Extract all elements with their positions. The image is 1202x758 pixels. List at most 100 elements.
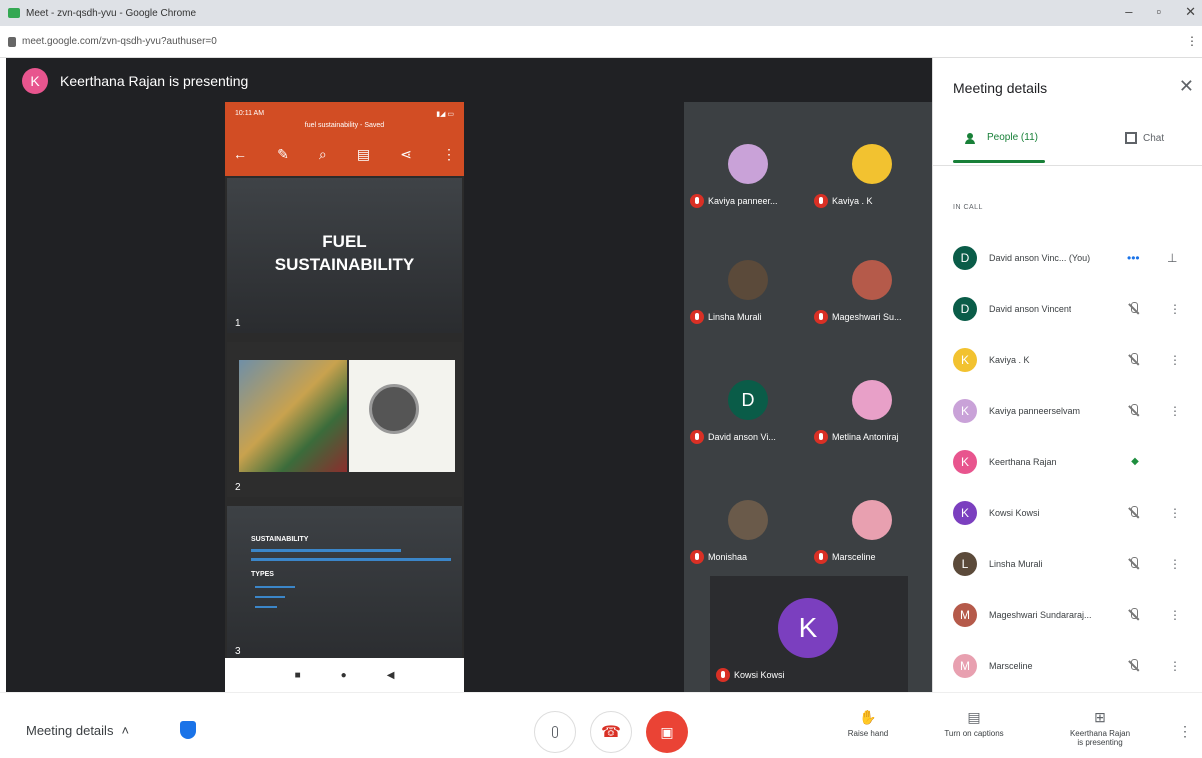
more-icon: ⋮ xyxy=(441,146,456,162)
list-item[interactable]: M Marsceline ⋮ xyxy=(933,640,1202,691)
raise-hand-button[interactable]: ✋ Raise hand xyxy=(828,709,908,738)
participant-name: Kaviya panneer... xyxy=(708,196,778,206)
minimize-icon[interactable]: – xyxy=(1125,4,1132,20)
participant-tile-large[interactable]: K Kowsi Kowsi xyxy=(710,576,908,692)
address-bar[interactable]: meet.google.com/zvn-qsdh-yvu?authuser=0 … xyxy=(0,26,1202,58)
shared-screen: 10:11 AM ▮◢ ▭ fuel sustainability - Save… xyxy=(225,102,464,692)
slide-number: 2 xyxy=(235,482,241,493)
close-icon[interactable]: ✕ xyxy=(1179,76,1194,97)
close-window-icon[interactable]: ✕ xyxy=(1185,4,1196,20)
participant-name: David anson Vinc... (You) xyxy=(989,253,1090,263)
slide-thumbnail-2: 2 xyxy=(227,342,462,497)
participant-name: David anson Vincent xyxy=(989,303,1072,314)
list-item[interactable]: D David anson Vinc... (You) ••• ⊥ xyxy=(933,232,1202,283)
participant-avatar xyxy=(852,144,892,184)
more-options-icon[interactable]: ⋮ xyxy=(1169,659,1181,673)
participant-avatar xyxy=(728,260,768,300)
more-options-icon[interactable]: ⋮ xyxy=(1169,302,1181,316)
browser-tab[interactable]: Meet - zvn-qsdh-yvu - Google Chrome xyxy=(8,8,196,19)
avatar: D xyxy=(953,296,977,321)
presenter-avatar: K xyxy=(22,68,48,94)
muted-mic-icon xyxy=(814,550,828,564)
captions-button[interactable]: ▤ Turn on captions xyxy=(934,709,1014,738)
list-item[interactable]: K Kaviya panneerselvam ⋮ xyxy=(933,385,1202,436)
list-item[interactable]: K Keerthana Rajan ◆ xyxy=(933,436,1202,487)
participant-name-label: Mageshwari Su... xyxy=(814,310,902,324)
tab-chat[interactable]: Chat xyxy=(1125,132,1164,144)
list-item[interactable]: K Kaviya . K ⋮ xyxy=(933,334,1202,385)
muted-mic-icon xyxy=(1127,301,1141,316)
bullet-line xyxy=(255,586,295,588)
participant-tile[interactable]: Kaviya panneer... xyxy=(684,118,808,214)
tab-people[interactable]: People (11) xyxy=(965,132,1038,144)
muted-mic-icon xyxy=(1127,505,1141,520)
participant-avatar xyxy=(728,500,768,540)
more-options-icon[interactable]: ⋮ xyxy=(1169,557,1181,571)
meeting-details-panel: Meeting details ✕ People (11) Chat IN CA… xyxy=(932,58,1202,692)
muted-mic-icon xyxy=(716,668,730,682)
lock-icon xyxy=(8,36,16,47)
meeting-details-button[interactable]: Meeting details ˄ xyxy=(26,723,129,738)
browser-menu-icon[interactable]: ⋮ xyxy=(1186,34,1198,48)
camera-button[interactable]: ▣ xyxy=(646,711,688,753)
muted-mic-icon xyxy=(1127,403,1141,418)
phone-app-header: 10:11 AM ▮◢ ▭ fuel sustainability - Save… xyxy=(225,102,464,176)
participant-tile[interactable]: Monishaa xyxy=(684,474,808,570)
slide-heading: SUSTAINABILITY xyxy=(251,536,309,543)
pin-icon[interactable]: ⊥ xyxy=(1167,251,1177,265)
restore-icon[interactable]: ▫ xyxy=(1156,4,1161,20)
list-item[interactable]: D David anson Vincent ⋮ xyxy=(933,283,1202,334)
participant-name: David anson Vi... xyxy=(708,432,776,442)
muted-mic-icon xyxy=(1127,556,1141,571)
raise-hand-label: Raise hand xyxy=(847,729,889,738)
muted-mic-icon xyxy=(690,194,704,208)
meeting-details-label: Meeting details xyxy=(26,723,114,738)
security-shield-icon[interactable] xyxy=(180,721,196,739)
participant-name-label: Metlina Antoniraj xyxy=(814,430,899,444)
participant-tile[interactable]: D David anson Vi... xyxy=(684,354,808,450)
avatar: M xyxy=(953,602,977,627)
participant-name: Mageshwari Su... xyxy=(832,312,902,322)
participant-tile[interactable]: Linsha Murali xyxy=(684,234,808,330)
tab-title-text: Meet - zvn-qsdh-yvu - Google Chrome xyxy=(26,7,197,19)
participant-tile[interactable]: Mageshwari Su... xyxy=(808,234,932,330)
audio-level-icon: ◆ xyxy=(1131,455,1139,467)
hang-up-icon: ☎ xyxy=(601,724,621,741)
tab-people-label: People (11) xyxy=(987,132,1038,143)
presenter-label: Keerthana Rajan is presenting xyxy=(60,73,249,89)
bottom-toolbar: Meeting details ˄ ☎ ▣ ✋ Raise hand ▤ Tur… xyxy=(0,692,1202,758)
globe-image xyxy=(369,384,419,434)
avatar: D xyxy=(953,245,977,270)
bullet-line xyxy=(255,606,277,608)
play-icon: ▤ xyxy=(356,146,371,162)
participant-tile[interactable]: Kaviya . K xyxy=(808,118,932,214)
participant-tile[interactable]: Marsceline xyxy=(808,474,932,570)
more-options-icon[interactable]: ⋮ xyxy=(1169,404,1181,418)
participant-name: Monishaa xyxy=(708,552,748,562)
presenting-button[interactable]: ⊞ Keerthana Rajan is presenting xyxy=(1060,709,1140,747)
slide-subheading: TYPES xyxy=(251,571,274,578)
more-options-icon[interactable]: ⋮ xyxy=(1178,723,1192,740)
participant-name: Metlina Antoniraj xyxy=(832,432,899,442)
participant-name: Marsceline xyxy=(832,552,876,562)
participant-name: Kowsi Kowsi xyxy=(989,507,1040,518)
muted-mic-icon xyxy=(1127,352,1141,367)
browser-title-bar: Meet - zvn-qsdh-yvu - Google Chrome – ▫ … xyxy=(0,0,1202,26)
url-text[interactable]: meet.google.com/zvn-qsdh-yvu?authuser=0 xyxy=(22,36,217,47)
participant-name: Linsha Murali xyxy=(989,558,1043,569)
more-options-icon[interactable]: ⋮ xyxy=(1169,506,1181,520)
participant-name-label: Kaviya panneer... xyxy=(690,194,778,208)
microphone-button[interactable] xyxy=(534,711,576,753)
list-item[interactable]: K Kowsi Kowsi ⋮ xyxy=(933,487,1202,538)
search-icon: ⌕ xyxy=(318,146,327,162)
more-options-icon[interactable]: ⋮ xyxy=(1169,608,1181,622)
participant-grid: Kaviya panneer... Kaviya . K Linsha Mura… xyxy=(684,102,932,692)
muted-mic-icon xyxy=(690,550,704,564)
list-item[interactable]: L Linsha Murali ⋮ xyxy=(933,538,1202,589)
participant-avatar xyxy=(852,260,892,300)
list-item[interactable]: M Mageshwari Sundararaj... ⋮ xyxy=(933,589,1202,640)
leave-call-button[interactable]: ☎ xyxy=(590,711,632,753)
participant-name-label: David anson Vi... xyxy=(690,430,776,444)
more-options-icon[interactable]: ⋮ xyxy=(1169,353,1181,367)
participant-tile[interactable]: Metlina Antoniraj xyxy=(808,354,932,450)
